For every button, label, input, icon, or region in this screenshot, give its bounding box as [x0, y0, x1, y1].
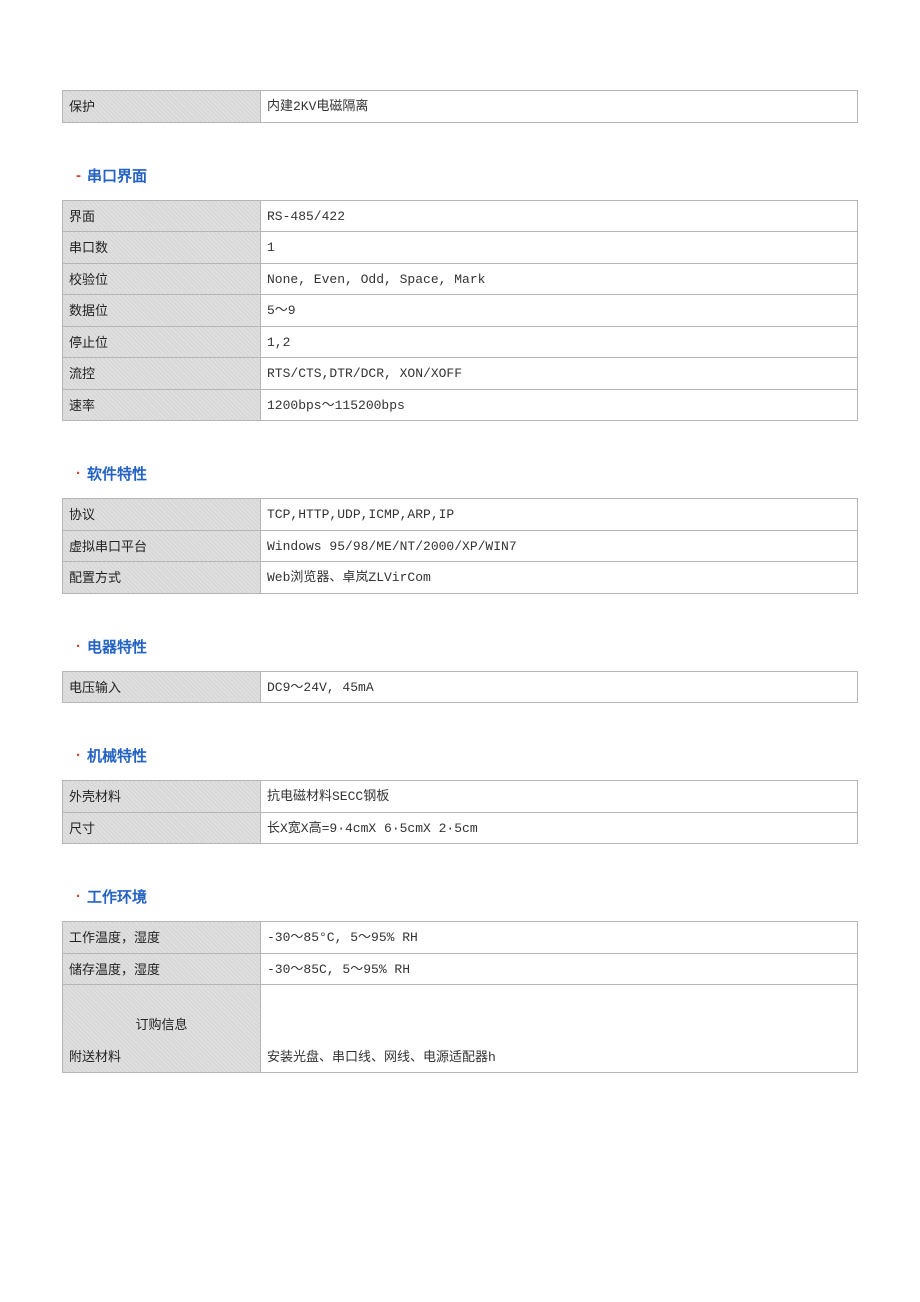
spec-value: Windows 95/98/ME/NT/2000/XP/WIN7 — [261, 530, 858, 562]
spec-label: 界面 — [63, 200, 261, 232]
spec-value: Web浏览器、卓岚ZLVirCom — [261, 562, 858, 594]
heading-text: 机械特性 — [87, 745, 147, 766]
spec-value: 内建2KV电磁隔离 — [261, 91, 858, 123]
spec-value: -30～85°C, 5～95% RH — [261, 922, 858, 954]
table-row: 储存温度，湿度-30～85C, 5～95% RH — [63, 953, 858, 985]
spec-label: 储存温度，湿度 — [63, 953, 261, 985]
spec-label: 电压输入 — [63, 671, 261, 703]
table-row: 配置方式Web浏览器、卓岚ZLVirCom — [63, 562, 858, 594]
spec-table: 界面RS-485/422 串口数1 校验位None, Even, Odd, Sp… — [62, 200, 858, 422]
bullet-icon: · — [76, 888, 81, 905]
section-environment: · 工作环境 工作温度，湿度-30～85°C, 5～95% RH 储存温度，湿度… — [62, 886, 858, 1073]
spec-value: 1,2 — [261, 326, 858, 358]
spec-label: 配置方式 — [63, 562, 261, 594]
spec-label: 流控 — [63, 358, 261, 390]
accessory-label: 附送材料 — [69, 1043, 254, 1067]
heading-text: 电器特性 — [87, 636, 147, 657]
spec-label: 协议 — [63, 499, 261, 531]
table-row: 保护 内建2KV电磁隔离 — [63, 91, 858, 123]
spec-value: None, Even, Odd, Space, Mark — [261, 263, 858, 295]
bullet-icon: · — [76, 638, 81, 655]
section-software: · 软件特性 协议TCP,HTTP,UDP,ICMP,ARP,IP 虚拟串口平台… — [62, 463, 858, 594]
section-top: 保护 内建2KV电磁隔离 — [62, 90, 858, 123]
spec-value: 长X宽X高=9·4cmX 6·5cmX 2·5cm — [261, 812, 858, 844]
spec-value: 抗电磁材料SECC钢板 — [261, 781, 858, 813]
spec-label: 速率 — [63, 389, 261, 421]
spec-label: 虚拟串口平台 — [63, 530, 261, 562]
table-row: 订购信息 附送材料 安装光盘、串口线、网线、电源适配器h — [63, 985, 858, 1073]
bullet-icon: - — [76, 167, 81, 184]
spec-table: 工作温度，湿度-30～85°C, 5～95% RH 储存温度，湿度-30～85C… — [62, 921, 858, 1073]
spec-label: 停止位 — [63, 326, 261, 358]
section-electrical: · 电器特性 电压输入DC9～24V, 45mA — [62, 636, 858, 704]
spec-value: 5～9 — [261, 295, 858, 327]
section-heading: · 软件特性 — [76, 463, 858, 484]
section-heading: · 工作环境 — [76, 886, 858, 907]
section-heading: - 串口界面 — [76, 165, 858, 186]
heading-text: 软件特性 — [87, 463, 147, 484]
spec-table-top: 保护 内建2KV电磁隔离 — [62, 90, 858, 123]
spec-table: 外壳材料抗电磁材料SECC钢板 尺寸长X宽X高=9·4cmX 6·5cmX 2·… — [62, 780, 858, 844]
table-row: 速率1200bps～115200bps — [63, 389, 858, 421]
section-mechanical: · 机械特性 外壳材料抗电磁材料SECC钢板 尺寸长X宽X高=9·4cmX 6·… — [62, 745, 858, 844]
order-info-label: 订购信息 — [69, 985, 254, 1043]
spec-table: 协议TCP,HTTP,UDP,ICMP,ARP,IP 虚拟串口平台Windows… — [62, 498, 858, 594]
heading-text: 串口界面 — [87, 165, 147, 186]
heading-text: 工作环境 — [87, 886, 147, 907]
section-serial-interface: - 串口界面 界面RS-485/422 串口数1 校验位None, Even, … — [62, 165, 858, 422]
spec-label: 校验位 — [63, 263, 261, 295]
table-row: 电压输入DC9～24V, 45mA — [63, 671, 858, 703]
spec-label-order: 订购信息 附送材料 — [63, 985, 261, 1073]
spec-table: 电压输入DC9～24V, 45mA — [62, 671, 858, 704]
spec-value: -30～85C, 5～95% RH — [261, 953, 858, 985]
table-row: 流控RTS/CTS,DTR/DCR, XON/XOFF — [63, 358, 858, 390]
table-row: 校验位None, Even, Odd, Space, Mark — [63, 263, 858, 295]
spec-value: RTS/CTS,DTR/DCR, XON/XOFF — [261, 358, 858, 390]
table-row: 外壳材料抗电磁材料SECC钢板 — [63, 781, 858, 813]
spec-value: DC9～24V, 45mA — [261, 671, 858, 703]
spec-label: 尺寸 — [63, 812, 261, 844]
section-heading: · 电器特性 — [76, 636, 858, 657]
spec-value: RS-485/422 — [261, 200, 858, 232]
table-row: 界面RS-485/422 — [63, 200, 858, 232]
spec-label: 工作温度，湿度 — [63, 922, 261, 954]
table-row: 工作温度，湿度-30～85°C, 5～95% RH — [63, 922, 858, 954]
table-row: 停止位1,2 — [63, 326, 858, 358]
table-row: 协议TCP,HTTP,UDP,ICMP,ARP,IP — [63, 499, 858, 531]
table-row: 尺寸长X宽X高=9·4cmX 6·5cmX 2·5cm — [63, 812, 858, 844]
bullet-icon: · — [76, 465, 81, 482]
spec-label: 保护 — [63, 91, 261, 123]
table-row: 串口数1 — [63, 232, 858, 264]
spec-label: 外壳材料 — [63, 781, 261, 813]
spec-value: TCP,HTTP,UDP,ICMP,ARP,IP — [261, 499, 858, 531]
spec-label: 数据位 — [63, 295, 261, 327]
spec-value: 1200bps～115200bps — [261, 389, 858, 421]
spec-label: 串口数 — [63, 232, 261, 264]
table-row: 数据位5～9 — [63, 295, 858, 327]
bullet-icon: · — [76, 747, 81, 764]
spec-value: 1 — [261, 232, 858, 264]
section-heading: · 机械特性 — [76, 745, 858, 766]
spec-value: 安装光盘、串口线、网线、电源适配器h — [261, 985, 858, 1073]
table-row: 虚拟串口平台Windows 95/98/ME/NT/2000/XP/WIN7 — [63, 530, 858, 562]
